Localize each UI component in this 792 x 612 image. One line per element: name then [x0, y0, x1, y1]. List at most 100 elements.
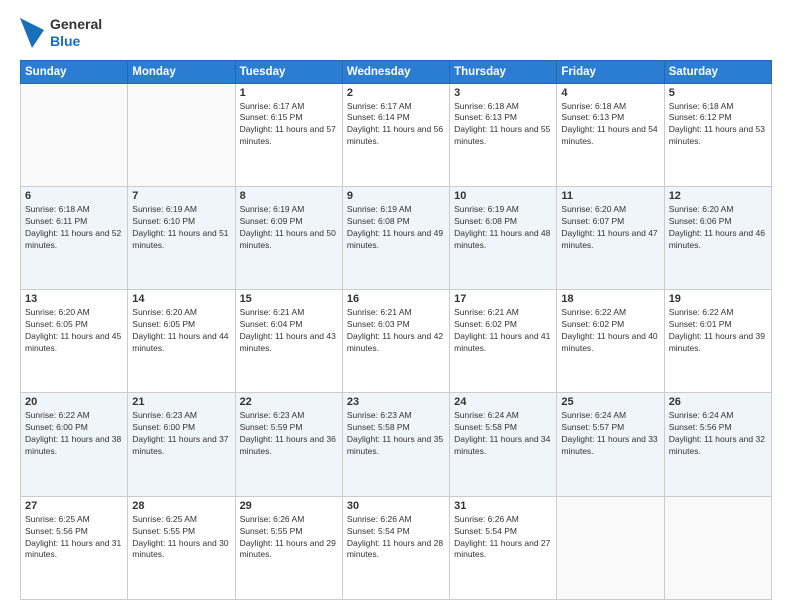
calendar-week-row: 13 Sunrise: 6:20 AMSunset: 6:05 PMDayligh…	[21, 290, 772, 393]
day-info: Sunrise: 6:26 AMSunset: 5:55 PMDaylight:…	[240, 514, 338, 562]
calendar-cell: 1 Sunrise: 6:17 AMSunset: 6:15 PMDaylight…	[235, 83, 342, 186]
weekday-header: Thursday	[450, 60, 557, 83]
day-info: Sunrise: 6:23 AMSunset: 6:00 PMDaylight:…	[132, 410, 230, 458]
header: GeneralBlue	[20, 16, 772, 50]
calendar-cell: 6 Sunrise: 6:18 AMSunset: 6:11 PMDaylight…	[21, 186, 128, 289]
calendar-cell: 8Sunrise: 6:19 AMSunset: 6:09 PMDaylight…	[235, 186, 342, 289]
day-info: Sunrise: 6:20 AMSunset: 6:07 PMDaylight:…	[561, 204, 659, 252]
day-info: Sunrise: 6:26 AMSunset: 5:54 PMDaylight:…	[454, 514, 552, 562]
calendar-cell: 12Sunrise: 6:20 AMSunset: 6:06 PMDayligh…	[664, 186, 771, 289]
calendar-cell: 9Sunrise: 6:19 AMSunset: 6:08 PMDaylight…	[342, 186, 449, 289]
day-number: 13	[25, 293, 123, 305]
day-number: 3	[454, 87, 552, 99]
day-info: Sunrise: 6:24 AMSunset: 5:58 PMDaylight:…	[454, 410, 552, 458]
calendar-table: SundayMondayTuesdayWednesdayThursdayFrid…	[20, 60, 772, 600]
day-number: 20	[25, 396, 123, 408]
calendar-cell: 26Sunrise: 6:24 AMSunset: 5:56 PMDayligh…	[664, 393, 771, 496]
day-info: Sunrise: 6:21 AMSunset: 6:04 PMDaylight:…	[240, 307, 338, 355]
calendar-cell: 22 Sunrise: 6:23 AMSunset: 5:59 PMDayligh…	[235, 393, 342, 496]
calendar-cell: 28Sunrise: 6:25 AMSunset: 5:55 PMDayligh…	[128, 496, 235, 599]
calendar-cell: 14 Sunrise: 6:20 AMSunset: 6:05 PMDayligh…	[128, 290, 235, 393]
calendar-cell: 13 Sunrise: 6:20 AMSunset: 6:05 PMDayligh…	[21, 290, 128, 393]
calendar-cell: 10 Sunrise: 6:19 AMSunset: 6:08 PMDayligh…	[450, 186, 557, 289]
day-number: 4	[561, 87, 659, 99]
day-number: 28	[132, 500, 230, 512]
logo-svg	[20, 18, 44, 48]
day-number: 17	[454, 293, 552, 305]
calendar-week-row: 1 Sunrise: 6:17 AMSunset: 6:15 PMDaylight…	[21, 83, 772, 186]
day-number: 19	[669, 293, 767, 305]
day-info: Sunrise: 6:23 AMSunset: 5:58 PMDaylight:…	[347, 410, 445, 458]
calendar-week-row: 6 Sunrise: 6:18 AMSunset: 6:11 PMDaylight…	[21, 186, 772, 289]
weekday-header: Tuesday	[235, 60, 342, 83]
day-number: 11	[561, 190, 659, 202]
day-number: 1	[240, 87, 338, 99]
day-info: Sunrise: 6:22 AMSunset: 6:01 PMDaylight:…	[669, 307, 767, 355]
day-info: Sunrise: 6:19 AMSunset: 6:10 PMDaylight:…	[132, 204, 230, 252]
day-number: 14	[132, 293, 230, 305]
calendar-cell: 21Sunrise: 6:23 AMSunset: 6:00 PMDayligh…	[128, 393, 235, 496]
day-info: Sunrise: 6:17 AMSunset: 6:14 PMDaylight:…	[347, 101, 445, 149]
day-number: 22	[240, 396, 338, 408]
day-number: 29	[240, 500, 338, 512]
calendar-cell	[557, 496, 664, 599]
day-info: Sunrise: 6:20 AMSunset: 6:05 PMDaylight:…	[25, 307, 123, 355]
calendar-cell: 17Sunrise: 6:21 AMSunset: 6:02 PMDayligh…	[450, 290, 557, 393]
day-info: Sunrise: 6:21 AMSunset: 6:03 PMDaylight:…	[347, 307, 445, 355]
day-number: 8	[240, 190, 338, 202]
weekday-header: Wednesday	[342, 60, 449, 83]
logo: GeneralBlue	[20, 16, 102, 50]
day-info: Sunrise: 6:19 AMSunset: 6:08 PMDaylight:…	[347, 204, 445, 252]
calendar-cell	[128, 83, 235, 186]
calendar-cell: 18 Sunrise: 6:22 AMSunset: 6:02 PMDayligh…	[557, 290, 664, 393]
day-info: Sunrise: 6:22 AMSunset: 6:00 PMDaylight:…	[25, 410, 123, 458]
calendar-cell: 30Sunrise: 6:26 AMSunset: 5:54 PMDayligh…	[342, 496, 449, 599]
day-info: Sunrise: 6:19 AMSunset: 6:08 PMDaylight:…	[454, 204, 552, 252]
weekday-header: Sunday	[21, 60, 128, 83]
calendar-cell: 3 Sunrise: 6:18 AMSunset: 6:13 PMDaylight…	[450, 83, 557, 186]
day-number: 24	[454, 396, 552, 408]
calendar-cell	[664, 496, 771, 599]
day-info: Sunrise: 6:18 AMSunset: 6:12 PMDaylight:…	[669, 101, 767, 149]
day-number: 27	[25, 500, 123, 512]
day-info: Sunrise: 6:25 AMSunset: 5:56 PMDaylight:…	[25, 514, 123, 562]
calendar-cell: 24 Sunrise: 6:24 AMSunset: 5:58 PMDayligh…	[450, 393, 557, 496]
calendar-cell: 2 Sunrise: 6:17 AMSunset: 6:14 PMDaylight…	[342, 83, 449, 186]
day-number: 18	[561, 293, 659, 305]
day-number: 25	[561, 396, 659, 408]
day-number: 10	[454, 190, 552, 202]
day-info: Sunrise: 6:24 AMSunset: 5:56 PMDaylight:…	[669, 410, 767, 458]
day-info: Sunrise: 6:22 AMSunset: 6:02 PMDaylight:…	[561, 307, 659, 355]
day-number: 5	[669, 87, 767, 99]
calendar-cell: 16 Sunrise: 6:21 AMSunset: 6:03 PMDayligh…	[342, 290, 449, 393]
logo-blue-text: Blue	[50, 33, 102, 50]
day-number: 7	[132, 190, 230, 202]
page: GeneralBlue SundayMondayTuesdayWednesday…	[0, 0, 792, 612]
day-info: Sunrise: 6:24 AMSunset: 5:57 PMDaylight:…	[561, 410, 659, 458]
calendar-cell: 15 Sunrise: 6:21 AMSunset: 6:04 PMDayligh…	[235, 290, 342, 393]
calendar-cell	[21, 83, 128, 186]
calendar-cell: 31Sunrise: 6:26 AMSunset: 5:54 PMDayligh…	[450, 496, 557, 599]
day-info: Sunrise: 6:26 AMSunset: 5:54 PMDaylight:…	[347, 514, 445, 562]
day-number: 16	[347, 293, 445, 305]
logo-general-text: General	[50, 16, 102, 33]
calendar-header-row: SundayMondayTuesdayWednesdayThursdayFrid…	[21, 60, 772, 83]
day-info: Sunrise: 6:18 AMSunset: 6:11 PMDaylight:…	[25, 204, 123, 252]
calendar-cell: 27 Sunrise: 6:25 AMSunset: 5:56 PMDayligh…	[21, 496, 128, 599]
weekday-header: Friday	[557, 60, 664, 83]
day-info: Sunrise: 6:18 AMSunset: 6:13 PMDaylight:…	[454, 101, 552, 149]
day-info: Sunrise: 6:23 AMSunset: 5:59 PMDaylight:…	[240, 410, 338, 458]
weekday-header: Saturday	[664, 60, 771, 83]
day-number: 15	[240, 293, 338, 305]
calendar-week-row: 20 Sunrise: 6:22 AMSunset: 6:00 PMDayligh…	[21, 393, 772, 496]
calendar-cell: 4Sunrise: 6:18 AMSunset: 6:13 PMDaylight…	[557, 83, 664, 186]
day-info: Sunrise: 6:20 AMSunset: 6:05 PMDaylight:…	[132, 307, 230, 355]
calendar-cell: 20 Sunrise: 6:22 AMSunset: 6:00 PMDayligh…	[21, 393, 128, 496]
calendar-cell: 11 Sunrise: 6:20 AMSunset: 6:07 PMDayligh…	[557, 186, 664, 289]
day-info: Sunrise: 6:17 AMSunset: 6:15 PMDaylight:…	[240, 101, 338, 149]
day-number: 6	[25, 190, 123, 202]
calendar-cell: 25 Sunrise: 6:24 AMSunset: 5:57 PMDayligh…	[557, 393, 664, 496]
calendar-cell: 19 Sunrise: 6:22 AMSunset: 6:01 PMDayligh…	[664, 290, 771, 393]
day-number: 2	[347, 87, 445, 99]
calendar-cell: 23Sunrise: 6:23 AMSunset: 5:58 PMDayligh…	[342, 393, 449, 496]
